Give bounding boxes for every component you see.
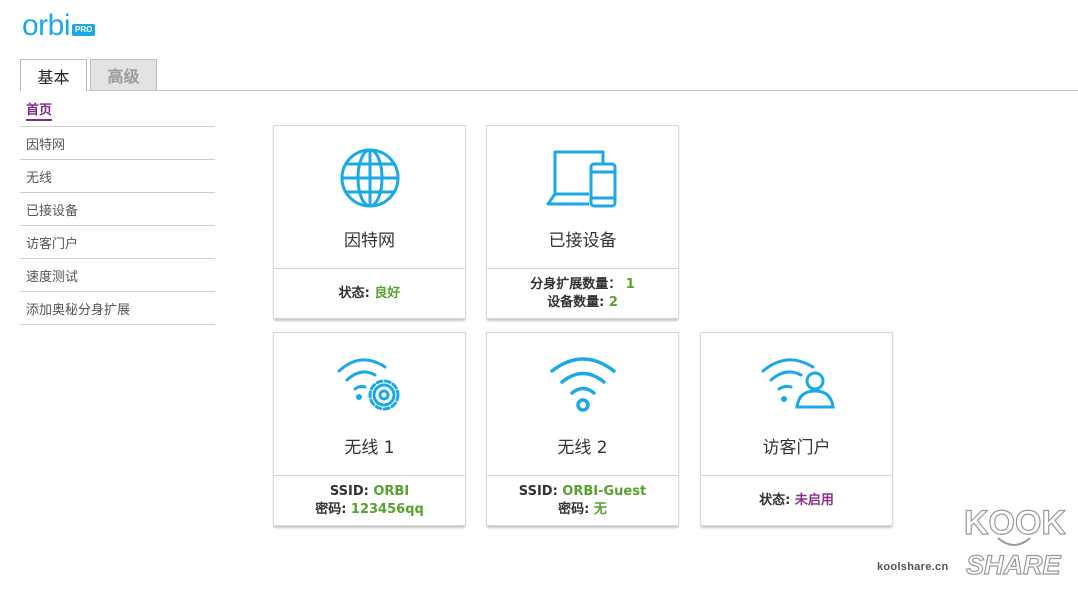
- card-status: 分身扩展数量： 1 设备数量: 2: [487, 269, 678, 319]
- sidebar-item-label: 添加奥秘分身扩展: [26, 302, 131, 318]
- sidebar-item-attached-devices[interactable]: 已接设备: [20, 193, 215, 226]
- status-value: 良好: [374, 286, 401, 301]
- card-status: 状态: 未启用: [701, 476, 892, 526]
- logo-text: orbi: [22, 9, 71, 42]
- logo-pro-badge: PRO: [72, 24, 96, 36]
- card-status: SSID: ORBI-Guest 密码: 无: [487, 476, 678, 526]
- sidebar-item-label: 已接设备: [26, 203, 79, 219]
- device-count-label: 设备数量:: [547, 295, 605, 310]
- sidebar-item-label: 无线: [26, 170, 53, 186]
- attached-devices-card[interactable]: 已接设备 分身扩展数量： 1 设备数量: 2: [486, 125, 679, 319]
- guest-portal-card[interactable]: 访客门户 状态: 未启用: [700, 332, 893, 526]
- password-value: 无: [593, 502, 607, 517]
- laptop-phone-icon: [546, 150, 616, 208]
- status-line: 状态: 未启用: [759, 492, 834, 510]
- sidebar-item-label: 速度测试: [26, 269, 79, 285]
- password-value: 123456qq: [350, 502, 424, 517]
- sidebar-item-label: 首页: [26, 99, 53, 121]
- card-header: 无线 1: [274, 333, 465, 476]
- ssid-label: SSID:: [329, 484, 369, 499]
- password-line: 密码: 无: [558, 501, 607, 519]
- sidebar-item-internet[interactable]: 因特网: [20, 127, 215, 160]
- satellite-count-label: 分身扩展数量：: [530, 277, 622, 292]
- status-label: 状态:: [338, 286, 370, 301]
- wifi-gear-icon: [337, 358, 399, 411]
- orbi-pro-logo: orbi PRO: [22, 9, 96, 42]
- device-count-line: 设备数量: 2: [547, 294, 618, 312]
- sidebar-item-wireless[interactable]: 无线: [20, 160, 215, 193]
- tab-advanced[interactable]: 高级: [90, 59, 157, 90]
- wifi-user-icon: [761, 358, 835, 409]
- wifi-icon: [549, 357, 616, 412]
- card-status: 状态: 良好: [274, 269, 465, 319]
- password-label: 密码:: [558, 502, 590, 517]
- tab-basic[interactable]: 基本: [20, 59, 87, 91]
- wireless-1-card[interactable]: 无线 1 SSID: ORBI 密码: 123456qq: [273, 332, 466, 526]
- watermark-url: koolshare.cn: [877, 561, 949, 573]
- sidebar-item-label: 因特网: [26, 137, 66, 153]
- card-header: 已接设备: [487, 126, 678, 269]
- status-label: 状态:: [759, 493, 791, 508]
- device-count-value: 2: [608, 295, 618, 310]
- globe-icon: [340, 148, 399, 208]
- sidebar-item-add-satellite[interactable]: 添加奥秘分身扩展: [20, 292, 215, 325]
- watermark-brand-top: KOOK: [964, 504, 1066, 542]
- card-title: 无线 2: [557, 438, 608, 458]
- sidebar-item-guest-portal[interactable]: 访客门户: [20, 226, 215, 259]
- ssid-line: SSID: ORBI: [330, 483, 409, 501]
- sidebar-item-home[interactable]: 首页: [20, 94, 215, 127]
- tab-divider: [20, 90, 1078, 91]
- ssid-value: ORBI-Guest: [562, 484, 647, 499]
- card-header: 访客门户: [701, 333, 892, 476]
- password-line: 密码: 123456qq: [315, 501, 424, 519]
- card-title: 无线 1: [344, 438, 395, 458]
- card-status: SSID: ORBI 密码: 123456qq: [274, 476, 465, 526]
- password-label: 密码:: [315, 502, 347, 517]
- satellite-count-value: 1: [625, 277, 635, 292]
- card-title: 已接设备: [548, 231, 617, 251]
- card-title: 访客门户: [762, 438, 831, 458]
- koolshare-watermark-logo: KOOK SHARE: [963, 503, 1066, 580]
- watermark-brand-bottom: SHARE: [966, 550, 1062, 580]
- card-title: 因特网: [344, 231, 395, 251]
- sidebar-item-speed-test[interactable]: 速度测试: [20, 259, 215, 292]
- ssid-label: SSID:: [518, 484, 558, 499]
- sidebar-nav: 首页 因特网 无线 已接设备 访客门户 速度测试 添加奥秘分身扩展: [20, 94, 215, 325]
- status-value: 未启用: [794, 493, 834, 508]
- satellite-count-line: 分身扩展数量： 1: [530, 276, 635, 294]
- status-line: 状态: 良好: [339, 285, 401, 303]
- sidebar-item-label: 访客门户: [26, 236, 79, 252]
- ssid-line: SSID: ORBI-Guest: [519, 483, 646, 501]
- card-header: 无线 2: [487, 333, 678, 476]
- main-tabs: 基本 高级: [20, 59, 160, 91]
- card-header: 因特网: [274, 126, 465, 269]
- ssid-value: ORBI: [373, 484, 410, 499]
- wireless-2-card[interactable]: 无线 2 SSID: ORBI-Guest 密码: 无: [486, 332, 679, 526]
- internet-card[interactable]: 因特网 状态: 良好: [273, 125, 466, 319]
